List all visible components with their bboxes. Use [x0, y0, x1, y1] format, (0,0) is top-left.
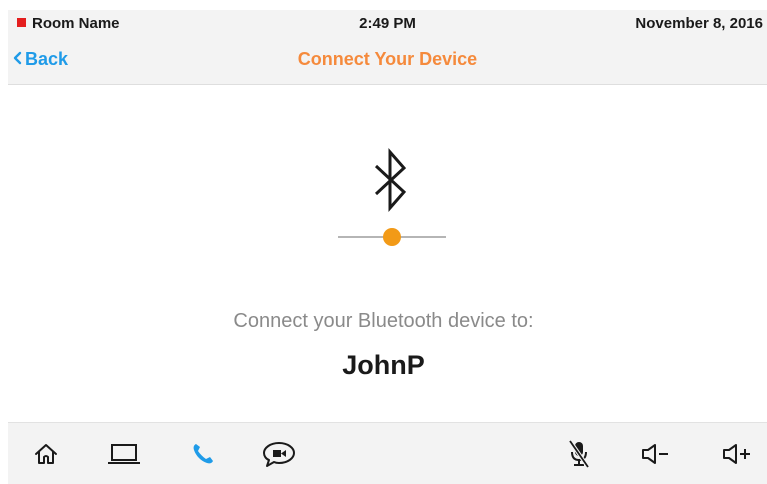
back-button[interactable]: Back — [13, 49, 68, 70]
connect-instructions: Connect your Bluetooth device to: — [233, 310, 534, 332]
mic-mute-button[interactable] — [564, 439, 594, 469]
volume-down-icon — [642, 444, 668, 464]
home-button[interactable] — [31, 440, 61, 468]
status-bar: Room Name 2:49 PM November 8, 2016 — [8, 10, 767, 38]
laptop-icon — [108, 444, 140, 464]
home-icon — [35, 444, 57, 464]
chevron-left-icon — [13, 49, 22, 70]
connection-progress — [338, 227, 446, 247]
presentation-button[interactable] — [106, 440, 142, 468]
header-bar: Back Connect Your Device — [8, 38, 767, 85]
volume-up-button[interactable] — [721, 440, 753, 468]
volume-down-button[interactable] — [640, 440, 672, 468]
bottom-toolbar — [8, 422, 767, 484]
video-conference-button[interactable] — [261, 440, 297, 468]
mic-muted-icon — [568, 439, 590, 469]
phone-icon — [193, 444, 213, 464]
device-name: JohnP — [342, 350, 425, 380]
video-chat-icon — [263, 442, 295, 467]
date: November 8, 2016 — [635, 15, 763, 32]
bluetooth-icon — [370, 148, 414, 219]
progress-indicator — [383, 228, 401, 246]
volume-up-icon — [723, 444, 750, 464]
page-title: Connect Your Device — [297, 49, 478, 69]
touch-panel: Room Name 2:49 PM November 8, 2016 Back … — [8, 0, 767, 484]
phone-button[interactable] — [188, 440, 218, 468]
back-label: Back — [25, 49, 69, 69]
